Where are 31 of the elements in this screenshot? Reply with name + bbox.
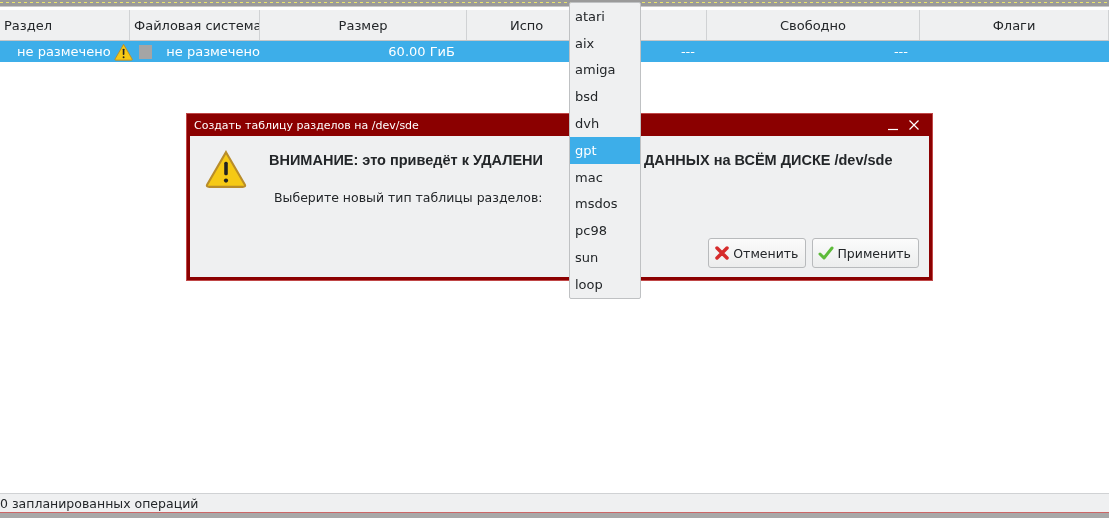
menu-item[interactable]: msdos	[570, 190, 640, 218]
warning-heading: ВНИМАНИЕ: это приведёт к УДАЛЕНИ	[269, 152, 543, 168]
menu-item[interactable]: atari	[570, 3, 640, 30]
menu-item[interactable]: pc98	[570, 217, 640, 245]
menu-item[interactable]: mac	[570, 163, 640, 191]
warning-heading: ДАННЫХ на ВСЁМ ДИСКЕ /dev/sde	[644, 152, 893, 168]
apply-button[interactable]: Применить	[812, 238, 919, 268]
warning-icon	[205, 150, 247, 188]
menu-item[interactable]: dvh	[570, 110, 640, 137]
color-swatch	[138, 44, 153, 59]
table-cell: ---	[893, 44, 908, 59]
column-header[interactable]: Размер	[260, 10, 467, 40]
cancel-button[interactable]: Отменить	[708, 238, 807, 268]
column-header[interactable]: Раздел	[0, 10, 130, 40]
menu-item[interactable]: sun	[570, 244, 640, 271]
status-text: 0 запланированных операций	[0, 495, 199, 511]
table-cell: не размечено	[17, 44, 111, 59]
table-cell: 60.00 ГиБ	[388, 44, 455, 59]
cross-icon	[714, 245, 731, 261]
table-cell: ---	[680, 44, 695, 59]
prompt-label: Выберите новый тип таблицы разделов:	[274, 190, 543, 205]
close-icon[interactable]	[908, 119, 920, 131]
menu-item[interactable]: loop	[570, 270, 640, 298]
table-cell: не размечено	[166, 44, 260, 59]
column-header[interactable]: Свободно	[707, 10, 920, 40]
window-title: Создать таблицу разделов на /dev/sde	[194, 118, 419, 132]
check-icon	[818, 245, 835, 261]
menu-item[interactable]: bsd	[570, 83, 640, 111]
column-header[interactable]: Флаги	[920, 10, 1109, 40]
menu-item[interactable]: amiga	[570, 56, 640, 84]
menu-item[interactable]: aix	[570, 29, 640, 57]
